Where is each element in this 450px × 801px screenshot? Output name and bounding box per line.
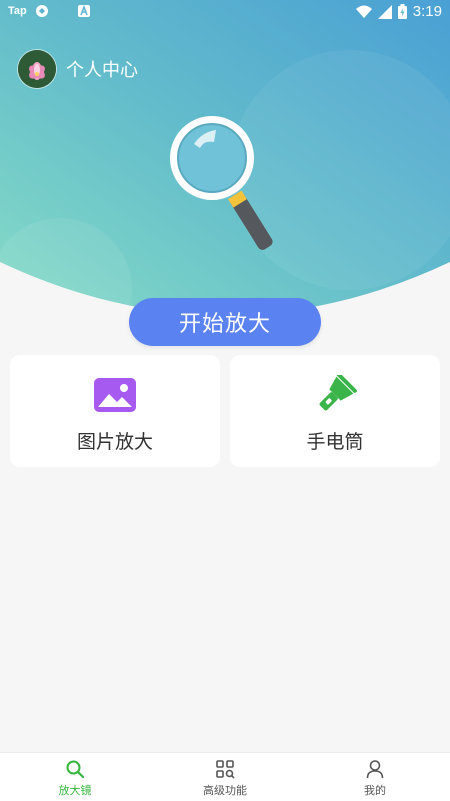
tab-magnifier-label: 放大镜	[58, 784, 92, 797]
image-magnify-card[interactable]: 图片放大	[10, 355, 220, 467]
flashlight-label: 手电筒	[306, 431, 364, 453]
start-magnify-button[interactable]: 开始放大	[129, 298, 321, 346]
sync-icon	[35, 5, 48, 17]
flashlight-card[interactable]: 手电筒	[230, 355, 440, 467]
carrier-label: Tap	[8, 5, 27, 17]
image-icon	[94, 378, 136, 412]
tab-mine[interactable]: 我的	[300, 753, 450, 801]
clock: 3:19	[412, 3, 442, 20]
grid-search-icon	[216, 760, 235, 779]
signal-icon	[377, 4, 392, 19]
magnifier-illustration	[170, 116, 273, 250]
battery-icon	[397, 4, 407, 19]
search-icon	[66, 760, 85, 779]
tab-advanced-label: 高级功能	[203, 784, 247, 797]
image-magnify-label: 图片放大	[76, 431, 153, 453]
status-bar: Tap 3:19	[0, 0, 450, 24]
a-app-icon	[77, 4, 90, 17]
avatar[interactable]	[18, 50, 56, 88]
tab-mine-label: 我的	[364, 784, 386, 797]
tab-magnifier[interactable]: 放大镜	[0, 753, 150, 801]
flashlight-icon	[319, 375, 357, 411]
wifi-icon	[355, 5, 372, 18]
bottom-tab-bar: 放大镜 高级功能 我的	[0, 752, 450, 801]
lotus-avatar-icon	[18, 50, 56, 88]
user-icon	[366, 760, 384, 779]
profile-entry[interactable]: 个人中心	[18, 50, 138, 88]
tab-advanced[interactable]: 高级功能	[150, 753, 300, 801]
profile-label[interactable]: 个人中心	[66, 56, 138, 82]
